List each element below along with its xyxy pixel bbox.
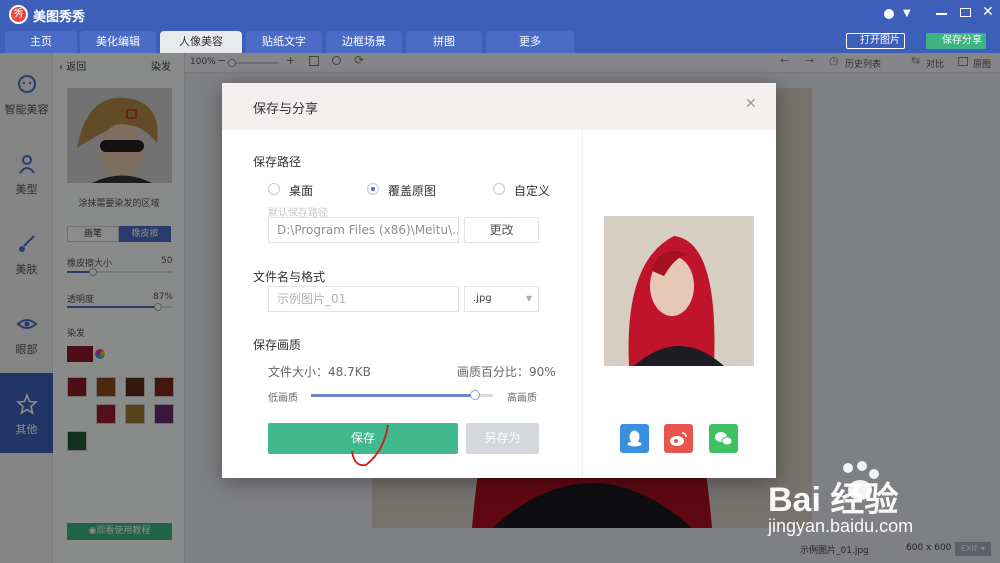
save-share-dialog: 保存与分享 ✕ 保存路径 桌面 覆盖原图 自定义 默认保存路径 D:\Progr… — [222, 83, 776, 478]
wechat-icon — [715, 432, 733, 446]
tab-beautify[interactable]: 美化编辑 — [80, 31, 156, 53]
save-path-field[interactable]: D:\Program Files (x86)\Meitu\... — [268, 217, 459, 243]
app-title: 美图秀秀 — [33, 10, 86, 25]
minimize-icon[interactable] — [936, 13, 947, 15]
tab-portrait[interactable]: 人像美容 — [160, 31, 242, 53]
qq-share-button[interactable] — [620, 424, 649, 453]
app-logo: 秀 — [9, 5, 28, 24]
result-preview — [604, 216, 754, 366]
dialog-divider — [582, 130, 583, 478]
dialog-title: 保存与分享 — [253, 102, 319, 117]
open-image-button[interactable]: 打开图片 — [846, 33, 905, 49]
tab-collage[interactable]: 拼图 — [406, 31, 482, 53]
watermark-url: jingyan.baidu.com — [768, 516, 914, 536]
format-select[interactable]: .jpg ▼ — [464, 286, 539, 312]
radio-desktop[interactable] — [268, 183, 280, 195]
wechat-share-button[interactable] — [709, 424, 738, 453]
tab-home[interactable]: 主页 — [5, 31, 77, 53]
filename-input[interactable]: 示例图片_01 — [268, 286, 459, 312]
tab-more[interactable]: 更多 — [486, 31, 574, 53]
slider-knob[interactable] — [469, 390, 480, 400]
tab-frame-scene[interactable]: 边框场景 — [326, 31, 402, 53]
radio-overwrite[interactable] — [367, 183, 379, 195]
radio-custom-label[interactable]: 自定义 — [514, 182, 550, 199]
radio-overwrite-label[interactable]: 覆盖原图 — [388, 182, 436, 199]
radio-custom[interactable] — [493, 183, 505, 195]
quality-percent-text: 画质百分比：90% — [457, 365, 556, 379]
watermark-brand: Bai 经验 — [768, 481, 899, 519]
main-tab-bar: 主页 美化编辑 人像美容 贴纸文字 边框场景 拼图 更多 打开图片 保存分享 — [0, 29, 1000, 53]
save-share-button[interactable]: 保存分享 — [926, 33, 986, 49]
close-icon[interactable]: ✕ — [745, 96, 757, 112]
menu-dropdown-icon[interactable]: ▼ — [903, 8, 911, 19]
close-icon[interactable]: ✕ — [982, 4, 994, 20]
low-quality-label: 低画质 — [268, 393, 298, 404]
change-path-button[interactable]: 更改 — [464, 217, 539, 243]
tab-sticker-text[interactable]: 贴纸文字 — [246, 31, 322, 53]
weibo-share-button[interactable] — [664, 424, 693, 453]
dialog-header: 保存与分享 ✕ — [222, 83, 776, 130]
quality-slider[interactable] — [311, 390, 493, 400]
title-bar: 秀 美图秀秀 ▼ ✕ — [0, 0, 1000, 29]
feedback-icon[interactable] — [884, 9, 894, 19]
save-as-button[interactable]: 另存为 — [466, 423, 539, 454]
weibo-icon — [670, 432, 687, 446]
high-quality-label: 高画质 — [507, 393, 537, 404]
filename-format-title: 文件名与格式 — [253, 270, 326, 284]
qq-icon — [627, 430, 642, 447]
radio-desktop-label[interactable]: 桌面 — [289, 182, 313, 199]
quality-title: 保存画质 — [253, 338, 302, 352]
save-path-title: 保存路径 — [253, 155, 302, 169]
baidu-watermark: Bai 经验 jingyan.baidu.com — [768, 458, 998, 540]
restore-icon[interactable] — [960, 8, 971, 17]
annotation-mark — [351, 424, 389, 467]
file-size-text: 文件大小：48.7KB — [268, 365, 371, 379]
chevron-down-icon: ▼ — [525, 294, 532, 303]
